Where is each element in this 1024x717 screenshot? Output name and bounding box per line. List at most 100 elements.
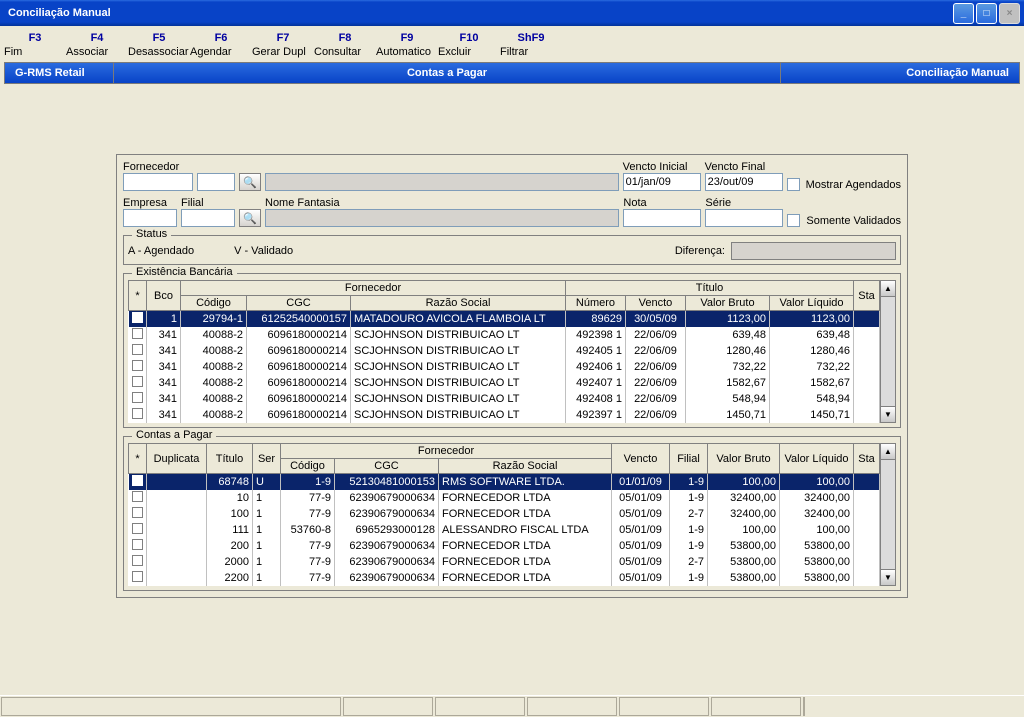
row-checkbox[interactable]	[132, 539, 143, 550]
header-bar: G-RMS Retail Contas a Pagar Conciliação …	[4, 62, 1020, 84]
fkey-label: F7	[252, 32, 314, 44]
somente-validados-label: Somente Validados	[806, 215, 901, 227]
row-checkbox[interactable]	[132, 571, 143, 582]
toolbar-agendar[interactable]: F6 Agendar	[190, 32, 252, 58]
somente-validados-checkbox[interactable]	[787, 214, 800, 227]
table-row[interactable]: 100177-962390679000634FORNECEDOR LTDA05/…	[129, 506, 880, 522]
existencia-group-title: Existência Bancária	[132, 266, 237, 278]
nome-fantasia-label: Nome Fantasia	[265, 197, 619, 209]
status-group: Status A - Agendado V - Validado Diferen…	[123, 235, 901, 265]
toolbar-excluir[interactable]: F10Excluir	[438, 32, 500, 58]
row-checkbox[interactable]	[132, 392, 143, 403]
serie-input[interactable]	[705, 209, 783, 227]
mostrar-agendados-checkbox[interactable]	[787, 178, 800, 191]
empresa-label: Empresa	[123, 197, 177, 209]
fkey-label: F6	[190, 32, 252, 44]
toolbar-gerar dupl[interactable]: F7 Gerar Dupl	[252, 32, 314, 58]
fornecedor-digito-input[interactable]	[197, 173, 235, 191]
fkey-label: F3	[4, 32, 66, 44]
filial-input[interactable]	[181, 209, 235, 227]
contas-group: Contas a Pagar * Duplicata Título Ser Fo…	[123, 436, 901, 591]
toolbar: F3 FimF4AssociarF5 DesassociarF6 AgendarF7 G…	[0, 26, 1024, 60]
table-row[interactable]: 2000177-962390679000634FORNECEDOR LTDA05…	[129, 554, 880, 570]
nota-input[interactable]	[623, 209, 701, 227]
toolbar-desassociar[interactable]: F5 Desassociar	[128, 32, 190, 58]
table-row[interactable]: 129794-161252540000157MATADOURO AVICOLA …	[129, 311, 880, 328]
existencia-scrollbar[interactable]: ▲ ▼	[880, 280, 896, 423]
row-checkbox[interactable]	[132, 312, 143, 323]
scroll-up-icon[interactable]: ▲	[881, 444, 895, 460]
row-checkbox[interactable]	[132, 344, 143, 355]
row-checkbox[interactable]	[132, 328, 143, 339]
module-title: Contas a Pagar	[114, 62, 780, 84]
status-v-label: V - Validado	[234, 245, 293, 257]
table-row[interactable]: 34140088-26096180000214SCJOHNSON DISTRIB…	[129, 407, 880, 423]
status-bar	[0, 695, 1024, 717]
faction-label: Gerar Dupl	[252, 46, 314, 58]
scroll-down-icon[interactable]: ▼	[881, 569, 895, 585]
empresa-input[interactable]	[123, 209, 177, 227]
toolbar-consultar[interactable]: F8Consultar	[314, 32, 376, 58]
faction-label: Consultar	[314, 46, 376, 58]
screen-title: Conciliação Manual	[780, 62, 1020, 84]
faction-label: Filtrar	[500, 46, 562, 58]
row-checkbox[interactable]	[132, 408, 143, 419]
contas-group-title: Contas a Pagar	[132, 429, 216, 441]
app-name: G-RMS Retail	[4, 62, 114, 84]
row-checkbox[interactable]	[132, 491, 143, 502]
fkey-label: ShF9	[500, 32, 562, 44]
diferenca-value	[731, 242, 896, 260]
table-row[interactable]: 34140088-26096180000214SCJOHNSON DISTRIB…	[129, 327, 880, 343]
fornecedor-codigo-input[interactable]	[123, 173, 193, 191]
row-checkbox[interactable]	[132, 555, 143, 566]
filial-search-button[interactable]: 🔍	[239, 209, 261, 227]
toolbar-filtrar[interactable]: ShF9 Filtrar	[500, 32, 562, 58]
table-row[interactable]: 10177-962390679000634FORNECEDOR LTDA05/0…	[129, 490, 880, 506]
row-checkbox[interactable]	[132, 360, 143, 371]
minimize-button[interactable]: _	[953, 3, 974, 24]
table-row[interactable]: 68748U1-952130481000153RMS SOFTWARE LTDA…	[129, 474, 880, 491]
toolbar-fim[interactable]: F3 Fim	[4, 32, 66, 58]
toolbar-associar[interactable]: F4Associar	[66, 32, 128, 58]
table-row[interactable]: 34140088-26096180000214SCJOHNSON DISTRIB…	[129, 343, 880, 359]
table-row[interactable]: 200177-962390679000634FORNECEDOR LTDA05/…	[129, 538, 880, 554]
faction-label: Excluir	[438, 46, 500, 58]
vencto-inicial-input[interactable]	[623, 173, 701, 191]
mostrar-agendados-label: Mostrar Agendados	[806, 179, 901, 191]
fornecedor-search-button[interactable]: 🔍	[239, 173, 261, 191]
nota-label: Nota	[623, 197, 701, 209]
binoculars-icon: 🔍	[243, 176, 257, 189]
fkey-label: F9	[376, 32, 438, 44]
contas-scrollbar[interactable]: ▲ ▼	[880, 443, 896, 586]
row-checkbox[interactable]	[132, 376, 143, 387]
table-row[interactable]: 34140088-26096180000214SCJOHNSON DISTRIB…	[129, 391, 880, 407]
row-checkbox[interactable]	[132, 507, 143, 518]
row-checkbox[interactable]	[132, 475, 143, 486]
maximize-button[interactable]: □	[976, 3, 997, 24]
vencto-final-input[interactable]	[705, 173, 783, 191]
serie-label: Série	[705, 197, 783, 209]
table-row[interactable]: 34140088-26096180000214SCJOHNSON DISTRIB…	[129, 375, 880, 391]
diferenca-label: Diferença:	[675, 245, 725, 257]
status-a-label: A - Agendado	[128, 245, 194, 257]
toolbar-automatico[interactable]: F9Automatico	[376, 32, 438, 58]
faction-label: Agendar	[190, 46, 252, 58]
faction-label: Fim	[4, 46, 66, 58]
table-row[interactable]: 34140088-26096180000214SCJOHNSON DISTRIB…	[129, 359, 880, 375]
close-button[interactable]: ×	[999, 3, 1020, 24]
scroll-up-icon[interactable]: ▲	[881, 281, 895, 297]
table-row[interactable]: 111153760-86965293000128ALESSANDRO FISCA…	[129, 522, 880, 538]
main-panel: Fornecedor 🔍 Vencto Inicial Vencto Final…	[116, 154, 908, 598]
filial-label: Filial	[181, 197, 235, 209]
fkey-label: F5	[128, 32, 190, 44]
existencia-table[interactable]: * Bco Fornecedor Título Sta Código CGC R…	[128, 280, 880, 423]
existencia-group: Existência Bancária * Bco Fornecedor Tít…	[123, 273, 901, 428]
contas-table[interactable]: * Duplicata Título Ser Fornecedor Vencto…	[128, 443, 880, 586]
fkey-label: F4	[66, 32, 128, 44]
scroll-down-icon[interactable]: ▼	[881, 406, 895, 422]
row-checkbox[interactable]	[132, 523, 143, 534]
faction-label: Desassociar	[128, 46, 190, 58]
vencto-inicial-label: Vencto Inicial	[623, 161, 701, 173]
table-row[interactable]: 2200177-962390679000634FORNECEDOR LTDA05…	[129, 570, 880, 586]
fornecedor-label: Fornecedor	[123, 161, 193, 173]
